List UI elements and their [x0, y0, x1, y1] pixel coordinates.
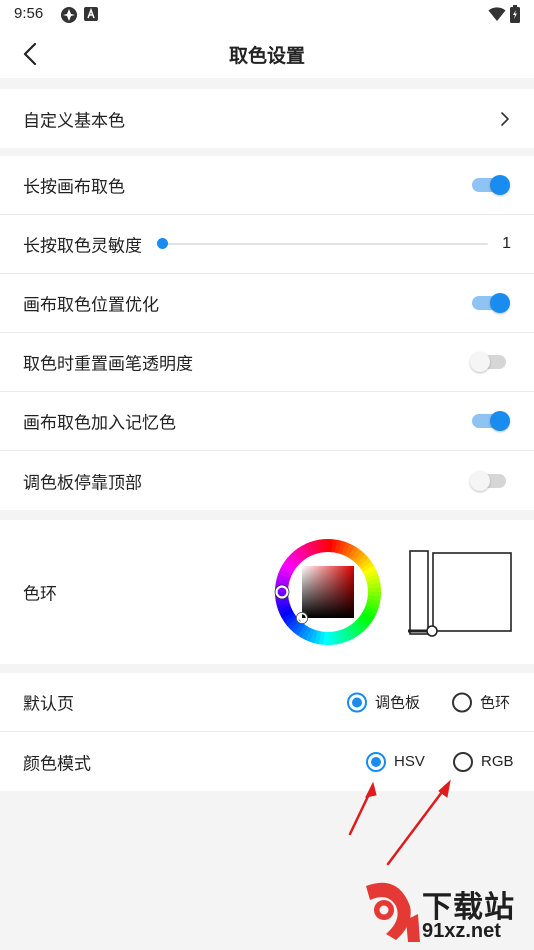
canvas-pick-position-opt-toggle[interactable] — [472, 293, 510, 313]
color-mode-option-label: HSV — [394, 753, 425, 770]
add-to-memory-color-toggle[interactable] — [472, 411, 510, 431]
wifi-icon — [488, 6, 506, 27]
section-pick-options: 长按画布取色 长按取色灵敏度 1 画布取色位置优化 取色时重置画笔透明度 画布取… — [0, 156, 534, 510]
reset-brush-opacity-row: 取色时重置画笔透明度 — [0, 333, 534, 392]
sensitivity-value: 1 — [502, 235, 511, 252]
section-color-wheel: 色环 — [0, 520, 534, 664]
page-title: 取色设置 — [228, 46, 305, 67]
watermark-logo-icon — [366, 882, 420, 942]
sensitivity-slider[interactable] — [157, 237, 488, 251]
radio-icon — [347, 692, 367, 712]
arrow-to-rgb — [386, 786, 447, 866]
sensitivity-slider-track — [162, 243, 488, 245]
color-wheel-style-option[interactable] — [272, 536, 384, 648]
watermark-url: 91xz.net — [422, 920, 501, 942]
color-mode-option-label: RGB — [481, 753, 514, 770]
radio-icon — [452, 692, 472, 712]
battery-icon — [510, 5, 520, 28]
sensitivity-slider-thumb[interactable] — [157, 238, 168, 249]
custom-basic-color-row[interactable]: 自定义基本色 — [0, 89, 534, 148]
status-time: 9:56 — [14, 5, 44, 22]
default-page-row: 默认页 调色板 色环 — [0, 673, 534, 732]
color-mode-option-rgb[interactable]: RGB — [453, 751, 514, 772]
default-page-label: 默认页 — [23, 694, 74, 714]
color-mode-row: 颜色模式 HSV RGB — [0, 732, 534, 791]
default-page-option-label: 色环 — [480, 694, 511, 712]
chevron-right-icon — [498, 111, 512, 127]
hue-ring-icon — [274, 538, 382, 646]
long-press-canvas-pick-row: 长按画布取色 — [0, 156, 534, 215]
add-to-memory-color-row: 画布取色加入记忆色 — [0, 392, 534, 451]
palette-square-icon — [408, 550, 512, 637]
arrow-to-hsv — [348, 788, 373, 836]
section-basic-color: 自定义基本色 — [0, 89, 534, 148]
app-bar: 取色设置 — [0, 30, 534, 78]
palette-dock-top-label: 调色板停靠顶部 — [23, 473, 142, 492]
default-page-option-label: 调色板 — [375, 694, 421, 712]
long-press-sensitivity-row: 长按取色灵敏度 1 — [0, 215, 534, 274]
color-mode-label: 颜色模式 — [23, 754, 91, 773]
text-notification-icon — [84, 7, 98, 26]
radio-icon — [366, 751, 386, 772]
reset-brush-opacity-toggle[interactable] — [470, 352, 508, 372]
default-page-option-wheel[interactable]: 色环 — [452, 692, 510, 713]
canvas-pick-position-opt-row: 画布取色位置优化 — [0, 274, 534, 333]
custom-basic-color-label: 自定义基本色 — [23, 111, 125, 130]
reset-brush-opacity-label: 取色时重置画笔透明度 — [23, 354, 193, 374]
palette-dock-top-row: 调色板停靠顶部 — [0, 451, 534, 510]
status-bar: 9:56 — [0, 0, 534, 30]
palette-dock-top-toggle[interactable] — [470, 470, 508, 491]
default-page-option-palette[interactable]: 调色板 — [347, 692, 420, 713]
color-wheel-label: 色环 — [23, 584, 57, 604]
radio-icon — [453, 751, 473, 772]
long-press-canvas-pick-toggle[interactable] — [472, 175, 510, 195]
section-page-mode: 默认页 调色板 色环 颜色模式 HSV RGB — [0, 673, 534, 791]
long-press-sensitivity-label: 长按取色灵敏度 — [23, 236, 142, 256]
palette-style-option[interactable] — [405, 548, 515, 640]
add-to-memory-color-label: 画布取色加入记忆色 — [23, 413, 176, 433]
long-press-canvas-pick-label: 长按画布取色 — [23, 177, 125, 197]
color-mode-option-hsv[interactable]: HSV — [366, 751, 425, 772]
app-notification-icon — [60, 6, 78, 29]
status-right-icons — [488, 5, 520, 28]
canvas-pick-position-opt-label: 画布取色位置优化 — [23, 295, 159, 315]
watermark: 下载站 91xz.net — [358, 880, 528, 946]
